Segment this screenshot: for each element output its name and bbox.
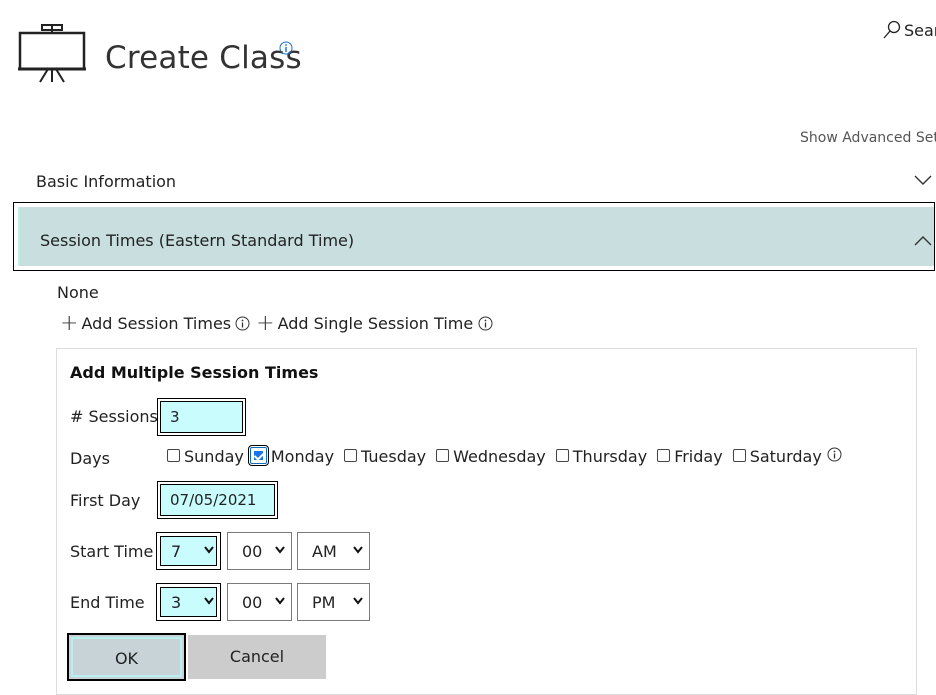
end-ampm-select[interactable]: PM [297,583,370,621]
end-time-label: End Time [70,593,145,612]
day-label: Wednesday [453,447,546,466]
first-day-label: First Day [70,491,141,510]
select-value: 7 [171,542,182,561]
add-links: + Add Session Times + Add Single Session… [60,310,493,336]
ok-button[interactable]: OK [67,633,186,681]
button-label: OK [114,649,139,668]
day-label: Sunday [184,447,244,466]
chevron-up-icon [914,236,932,246]
dropdown-arrow-icon [275,597,285,605]
info-icon[interactable] [235,316,250,331]
checkbox-thursday[interactable] [555,449,569,462]
section-label: Session Times (Eastern Standard Time) [40,231,355,250]
dropdown-arrow-icon [353,597,363,605]
sessions-label: # Sessions [70,407,158,426]
dropdown-arrow-icon [353,546,363,554]
section-session-times[interactable]: Session Times (Eastern Standard Time) [13,202,935,271]
info-icon[interactable] [478,316,493,331]
plus-icon: + [256,310,275,336]
cancel-button[interactable]: Cancel [188,635,326,679]
checkbox-wednesday[interactable] [436,449,450,462]
select-value: AM [312,542,337,561]
chevron-down-icon [914,175,932,185]
day-label: Tuesday [361,447,427,466]
first-day-input[interactable]: 07/05/2021 [157,481,278,519]
day-label: Thursday [572,447,648,466]
search-link[interactable]: Sear [882,20,936,40]
day-label: Friday [674,447,723,466]
dropdown-arrow-icon [204,546,214,554]
add-multiple-sessions-panel: Add Multiple Session Times # Sessions 3 … [56,348,917,695]
presentation-board-icon [18,24,86,83]
day-label: Monday [270,447,335,466]
search-label: Sear [904,20,936,40]
info-icon[interactable] [279,41,293,55]
select-value: 00 [242,593,263,612]
checkbox-tuesday[interactable] [344,449,358,462]
plus-icon: + [60,310,79,336]
dropdown-arrow-icon [275,546,285,554]
start-hour-select[interactable]: 7 [156,532,221,570]
checkbox-saturday[interactable] [732,449,746,462]
section-basic-information[interactable]: Basic Information [14,162,934,200]
search-icon [883,20,901,39]
panel-title: Add Multiple Session Times [70,363,319,382]
checkbox-sunday[interactable] [167,449,180,462]
add-single-session-link[interactable]: Add Single Session Time [278,314,474,333]
end-hour-select[interactable]: 3 [156,583,221,621]
section-label: Basic Information [36,172,177,191]
select-value: 3 [171,593,182,612]
start-ampm-select[interactable]: AM [297,532,370,570]
day-label: Saturday [749,447,822,466]
empty-sessions-text: None [57,283,99,302]
add-session-times-link[interactable]: Add Session Times [81,314,231,333]
days-label: Days [70,449,110,468]
start-time-label: Start Time [70,542,154,561]
end-minute-select[interactable]: 00 [227,583,292,621]
select-value: PM [312,593,336,612]
sessions-input[interactable]: 3 [157,398,246,436]
start-minute-select[interactable]: 00 [227,532,292,570]
select-value: 00 [242,542,263,561]
dropdown-arrow-icon [204,597,214,605]
days-checkbox-group: Sunday Monday Tuesday Wednesday Thursday… [161,445,842,466]
page-title: Create Class [105,40,302,76]
checkbox-friday[interactable] [657,449,671,462]
advanced-settings-link[interactable]: Show Advanced Settir [800,130,936,146]
info-icon[interactable] [827,447,842,462]
checkbox-monday[interactable] [247,445,269,466]
